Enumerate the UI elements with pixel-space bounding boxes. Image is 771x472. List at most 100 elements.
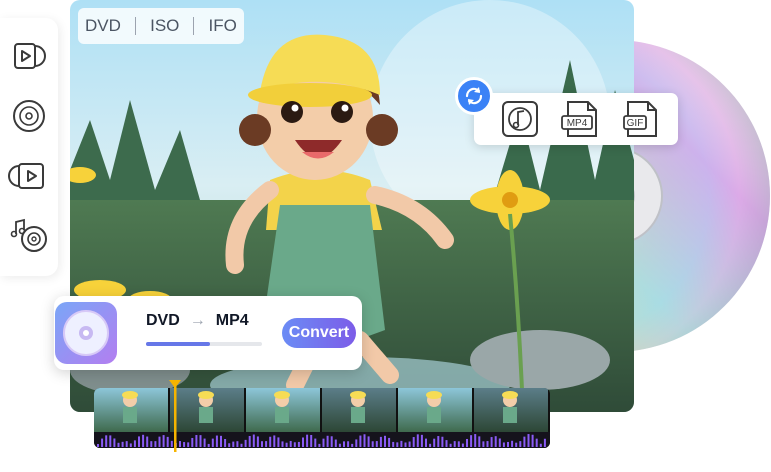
waveform-bar — [105, 435, 108, 447]
progress-bar — [146, 342, 262, 346]
dvd-play-icon[interactable] — [7, 34, 51, 78]
waveform-bar — [498, 438, 501, 447]
waveform-bar — [158, 436, 161, 447]
waveform-bar — [211, 438, 214, 447]
waveform-bar — [412, 437, 415, 447]
waveform-bar — [256, 436, 259, 447]
waveform-bar — [519, 441, 522, 447]
waveform-bar — [129, 443, 132, 447]
convert-button[interactable]: Convert — [282, 318, 356, 348]
waveform-bar — [437, 436, 440, 447]
tab-iso[interactable]: ISO — [150, 16, 179, 36]
waveform-bar — [367, 436, 370, 447]
waveform-bar — [515, 442, 518, 447]
waveform-bar — [490, 437, 493, 447]
source-format: DVD — [146, 312, 180, 329]
waveform-bar — [453, 441, 456, 447]
waveform-bar — [527, 434, 530, 447]
music-disc-icon[interactable] — [7, 212, 51, 256]
waveform-bar — [523, 436, 526, 447]
waveform-bar — [248, 435, 251, 447]
waveform-bar — [121, 441, 124, 447]
target-format: MP4 — [215, 312, 249, 329]
waveform-bar — [232, 441, 235, 447]
progress-fill — [146, 342, 210, 346]
waveform-bar — [384, 435, 386, 447]
timeline-thumbnail[interactable] — [398, 388, 472, 432]
waveform-bar — [133, 440, 136, 447]
waveform-bar — [511, 440, 514, 447]
waveform-bar — [228, 443, 231, 447]
waveform-bar — [392, 441, 395, 447]
disc-icon[interactable] — [7, 94, 51, 138]
waveform-bar — [334, 439, 337, 447]
waveform-bar — [363, 434, 366, 447]
waveform-bar — [240, 443, 243, 447]
timeline-thumbnail[interactable] — [474, 388, 548, 432]
waveform-bar — [494, 436, 497, 447]
timeline-thumbnail[interactable] — [246, 388, 320, 432]
waveform-bar — [162, 435, 165, 447]
waveform-bar — [215, 435, 218, 447]
waveform-bar — [289, 440, 292, 447]
waveform-bar — [285, 442, 288, 447]
waveform-bar — [420, 434, 423, 447]
dvd-folder-icon[interactable] — [7, 154, 51, 198]
timeline-thumbnail[interactable] — [94, 388, 168, 432]
waveform-bar — [404, 442, 407, 447]
dvd-icon — [55, 302, 117, 364]
waveform-bar — [371, 441, 374, 447]
waveform-bar — [478, 436, 481, 447]
waveform-bar — [297, 441, 300, 447]
waveform-bar — [306, 434, 309, 447]
audio-file-icon[interactable] — [500, 100, 540, 138]
output-formats-panel: MP4 GIF — [474, 93, 678, 145]
waveform-bar — [474, 434, 477, 447]
waveform-bar — [236, 441, 239, 447]
waveform-bar — [461, 443, 464, 447]
waveform-bar — [150, 441, 153, 447]
refresh-button[interactable] — [455, 77, 493, 115]
gif-file-icon[interactable]: GIF — [620, 100, 660, 138]
waveform-bar — [191, 437, 194, 447]
waveform-bar — [375, 441, 378, 447]
waveform-bar — [425, 438, 427, 447]
timeline-thumbnail[interactable] — [322, 388, 396, 432]
waveform-bar — [187, 442, 190, 447]
waveform-bar — [273, 435, 276, 447]
waveform-bar — [318, 443, 321, 447]
waveform-bar — [101, 438, 104, 447]
arrow-right-icon: → — [189, 312, 206, 329]
waveform-bar — [142, 434, 145, 447]
waveform-bar — [543, 438, 546, 447]
waveform-bar — [457, 441, 460, 447]
waveform-bar — [146, 436, 149, 447]
tab-dvd[interactable]: DVD — [85, 16, 121, 36]
waveform-bar — [261, 441, 263, 447]
waveform-bar — [351, 443, 354, 447]
waveform-bar — [338, 443, 341, 447]
waveform-bar — [400, 440, 403, 447]
waveform-bar — [109, 435, 112, 447]
playhead[interactable] — [169, 380, 181, 452]
convert-card: DVD → MP4 Convert — [54, 296, 362, 370]
waveform-bar — [343, 441, 345, 447]
waveform-bar — [445, 440, 448, 447]
format-tabs: DVD ISO IFO — [78, 8, 244, 44]
waveform-bar — [482, 441, 485, 447]
waveform-bar — [539, 443, 542, 447]
mp4-label: MP4 — [567, 118, 588, 129]
waveform-bar — [207, 443, 210, 447]
waveform-bar — [199, 435, 202, 447]
waveform-bar — [466, 438, 468, 447]
tab-ifo[interactable]: IFO — [209, 16, 237, 36]
waveform-bar — [379, 436, 382, 447]
timeline-thumbnail[interactable] — [170, 388, 244, 432]
conversion-route: DVD → MP4 — [146, 312, 249, 330]
mp4-file-icon[interactable]: MP4 — [560, 100, 600, 138]
waveform-bar — [265, 441, 268, 447]
waveform-bar — [322, 438, 325, 447]
video-timeline[interactable] — [94, 388, 550, 448]
waveform-bar — [138, 436, 140, 447]
waveform-bar — [97, 444, 99, 447]
